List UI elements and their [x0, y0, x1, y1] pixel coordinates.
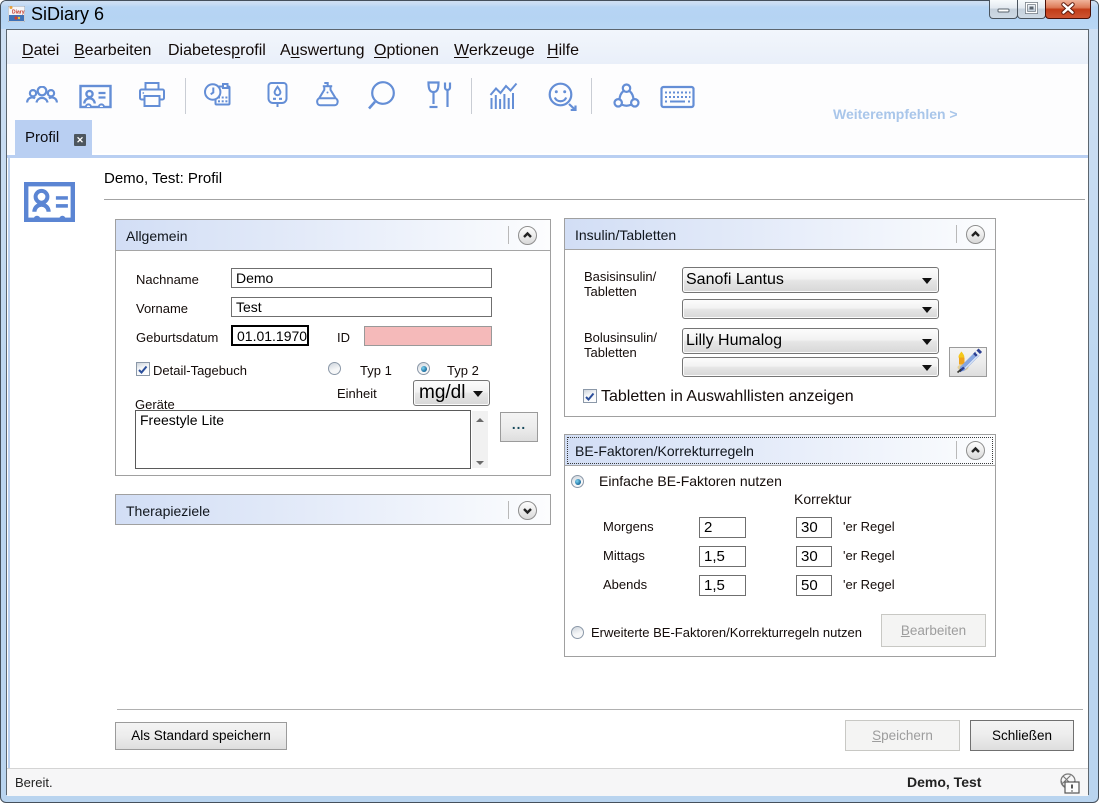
- svg-text:Diary: Diary: [12, 10, 25, 16]
